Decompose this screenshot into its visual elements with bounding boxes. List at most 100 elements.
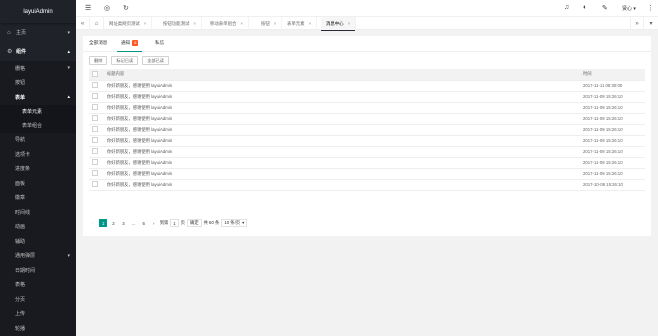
table-row[interactable]: 你好新朋友，感谢使用 layuiAdmin 2017-11-09 15:26:10 — [89, 102, 645, 114]
table-row[interactable]: 你好新朋友，感谢使用 layuiAdmin 2017-11-09 15:26:10 — [89, 168, 645, 180]
message-title[interactable]: 你好新朋友，感谢使用 layuiAdmin — [107, 146, 583, 158]
select-all-cell[interactable] — [89, 69, 107, 81]
tabs-actions-button[interactable]: ▾ — [644, 17, 658, 30]
sidebar-item-form[interactable]: 表单 ▴ — [0, 90, 76, 105]
menu-toggle-icon[interactable]: ☰ — [85, 4, 91, 12]
checkbox[interactable] — [92, 70, 98, 77]
table-row[interactable]: 你好新朋友，感谢使用 layuiAdmin 2017-11-09 15:26:10 — [89, 113, 645, 125]
table-row[interactable]: 你好新朋友，感谢使用 layuiAdmin 2017-10-08 15:26:10 — [89, 179, 645, 191]
tabs-prev-button[interactable]: « — [76, 17, 90, 30]
checkbox[interactable] — [92, 159, 98, 165]
row-select-cell[interactable] — [89, 113, 107, 125]
app-logo[interactable]: layuiAdmin — [0, 0, 76, 23]
prev-page-icon[interactable]: ‹ — [89, 219, 97, 227]
sidebar-item-component[interactable]: ⚙ 组件 ▴ — [0, 42, 76, 61]
checkbox[interactable] — [92, 126, 98, 132]
row-select-cell[interactable] — [89, 80, 107, 92]
checkbox[interactable] — [92, 181, 98, 187]
checkbox[interactable] — [92, 104, 98, 110]
close-icon[interactable]: × — [144, 21, 147, 26]
page-link[interactable]: 3 — [119, 219, 128, 227]
row-select-cell[interactable] — [89, 135, 107, 147]
checkbox[interactable] — [92, 115, 98, 121]
sidebar-item-home[interactable]: ⌂ 主页 ▾ — [0, 23, 76, 42]
sidebar-item-progress[interactable]: 进度条 — [0, 162, 76, 177]
row-select-cell[interactable] — [89, 168, 107, 180]
sidebar-item-form-elements[interactable]: 表单元素 — [0, 105, 76, 119]
tab-notice[interactable]: 通知 6 — [116, 40, 143, 52]
message-title[interactable]: 你好新朋友，感谢使用 layuiAdmin — [107, 80, 583, 92]
message-title[interactable]: 你好新朋友，感谢使用 layuiAdmin — [107, 168, 583, 180]
sidebar-item-form-combo[interactable]: 表单组合 — [0, 119, 76, 133]
per-page-select[interactable]: 10 条/页 ▾ — [221, 219, 248, 227]
sidebar-item-auxiliar[interactable]: 辅助 — [0, 234, 76, 249]
table-row[interactable]: 你好新朋友，感谢使用 layuiAdmin 2017-11-11 09:30:00 — [89, 80, 645, 92]
close-icon[interactable]: × — [240, 21, 243, 26]
message-title[interactable]: 你好新朋友，感谢使用 layuiAdmin — [107, 179, 583, 191]
note-icon[interactable]: ✎ — [602, 4, 608, 12]
sidebar-item-upload[interactable]: 上传 — [0, 307, 76, 322]
message-title[interactable]: 你好新朋友，感谢使用 layuiAdmin — [107, 91, 583, 103]
table-row[interactable]: 你好新朋友，感谢使用 layuiAdmin 2017-11-09 15:26:10 — [89, 135, 645, 147]
sidebar-item-table[interactable]: 表格 — [0, 278, 76, 293]
tab-page[interactable]: 网址类网页测试 × — [104, 17, 153, 30]
confirm-button[interactable]: 确定 — [186, 219, 202, 227]
sidebar-item-timeline[interactable]: 时间线 — [0, 205, 76, 220]
checkbox[interactable] — [92, 82, 98, 88]
sidebar-item-carousel[interactable]: 轮播 — [0, 321, 76, 336]
tab-message-center[interactable]: 消息中心 × — [321, 17, 357, 31]
message-title[interactable]: 你好新朋友，感谢使用 layuiAdmin — [107, 124, 583, 136]
tab-page[interactable]: 按钮功能测试 × — [158, 17, 202, 30]
sidebar-item-button[interactable]: 按钮 — [0, 76, 76, 91]
close-icon[interactable]: × — [193, 21, 196, 26]
checkbox[interactable] — [92, 148, 98, 154]
tabs-next-button[interactable]: » — [630, 17, 644, 30]
more-icon[interactable]: ⋮ — [647, 4, 654, 12]
sidebar-item-badge[interactable]: 徽章 — [0, 191, 76, 206]
table-row[interactable]: 你好新朋友，感谢使用 layuiAdmin 2017-11-09 15:26:10 — [89, 91, 645, 103]
table-row[interactable]: 你好新朋友，感谢使用 layuiAdmin 2017-11-09 15:26:10 — [89, 146, 645, 158]
row-select-cell[interactable] — [89, 157, 107, 169]
sidebar-item-layer[interactable]: 通用弹层 ▾ — [0, 249, 76, 264]
row-select-cell[interactable] — [89, 102, 107, 114]
sidebar-item-grid[interactable]: 栅格 ▾ — [0, 61, 76, 76]
tab-page[interactable]: 按钮 × — [256, 17, 283, 30]
checkbox[interactable] — [92, 137, 98, 143]
row-select-cell[interactable] — [89, 124, 107, 136]
checkbox[interactable] — [92, 170, 98, 176]
bell-icon[interactable]: ♫ — [564, 4, 569, 11]
message-title[interactable]: 你好新朋友，感谢使用 layuiAdmin — [107, 102, 583, 114]
mark-read-button[interactable]: 标记已读 — [111, 56, 139, 65]
refresh-icon[interactable]: ↻ — [123, 4, 129, 12]
table-row[interactable]: 你好新朋友，感谢使用 layuiAdmin 2017-11-09 15:26:10 — [89, 124, 645, 136]
checkbox[interactable] — [92, 93, 98, 99]
row-select-cell[interactable] — [89, 146, 107, 158]
table-row[interactable]: 你好新朋友，感谢使用 layuiAdmin 2017-11-09 15:26:10 — [89, 157, 645, 169]
message-title[interactable]: 你好新朋友，感谢使用 layuiAdmin — [107, 113, 583, 125]
tab-page[interactable]: 表单元素 × — [282, 17, 318, 30]
message-title[interactable]: 你好新朋友，感谢使用 layuiAdmin — [107, 157, 583, 169]
page-link[interactable]: 1 — [99, 219, 108, 227]
sidebar-item-anim[interactable]: 动画 — [0, 220, 76, 235]
tab-private[interactable]: 私信 — [155, 40, 164, 46]
page-link[interactable]: 6 — [139, 219, 148, 227]
row-select-cell[interactable] — [89, 91, 107, 103]
all-read-button[interactable]: 全部已读 — [142, 56, 169, 65]
close-icon[interactable]: × — [274, 21, 277, 26]
sidebar-item-tabs[interactable]: 选项卡 — [0, 147, 76, 162]
close-icon[interactable]: × — [309, 21, 312, 26]
sidebar-item-panel[interactable]: 面板 — [0, 176, 76, 191]
tab-page[interactable]: 移动表单组合 × — [205, 17, 249, 30]
sidebar-item-laypage[interactable]: 分页 — [0, 292, 76, 307]
next-page-icon[interactable]: › — [149, 219, 158, 227]
message-title[interactable]: 你好新朋友，感谢使用 layuiAdmin — [107, 135, 583, 147]
row-select-cell[interactable] — [89, 179, 107, 191]
page-input[interactable]: 1 — [170, 219, 179, 227]
home-tab[interactable]: ⌂ — [90, 17, 104, 30]
close-icon[interactable]: × — [348, 21, 351, 26]
delete-button[interactable]: 删除 — [89, 56, 108, 65]
page-link[interactable]: 2 — [109, 219, 118, 227]
sidebar-item-nav[interactable]: 导航 — [0, 133, 76, 148]
sidebar-item-laydate[interactable]: 日期时间 — [0, 263, 76, 278]
website-icon[interactable]: ◎ — [104, 4, 110, 12]
